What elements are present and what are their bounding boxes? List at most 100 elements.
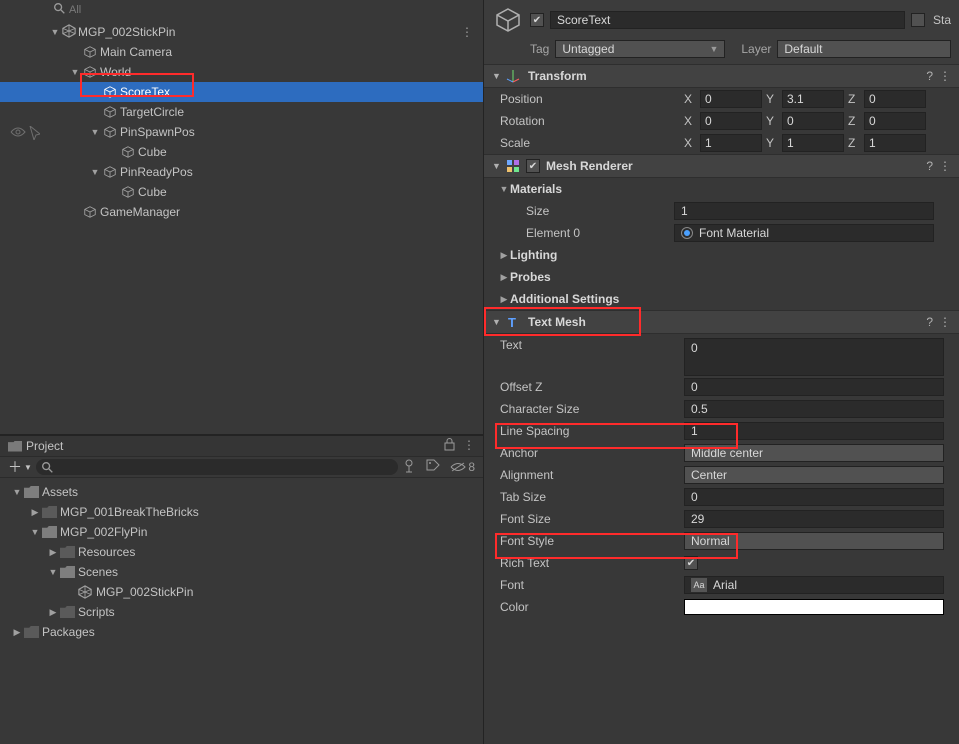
position-z-field[interactable]: 0 [864, 90, 926, 108]
font-field[interactable]: Aa Arial [684, 576, 944, 594]
foldout-icon[interactable]: ▼ [88, 167, 102, 177]
foldout-icon[interactable]: ▼ [10, 487, 24, 497]
font-style-value: Normal [691, 534, 730, 548]
foldout-icon[interactable]: ▼ [492, 161, 504, 171]
folder-item[interactable]: ▶ Resources [0, 542, 483, 562]
gameobject-icon[interactable] [492, 4, 524, 36]
font-style-dropdown[interactable]: Normal [684, 532, 944, 550]
foldout-icon[interactable]: ▼ [492, 71, 504, 81]
text-field[interactable]: 0 [684, 338, 944, 376]
scene-row[interactable]: ▼ MGP_002StickPin ⋮ [0, 22, 483, 42]
rotation-y-field[interactable]: 0 [782, 112, 844, 130]
additional-settings-header[interactable]: Additional Settings [510, 292, 619, 306]
folder-item[interactable]: ▼ MGP_002FlyPin [0, 522, 483, 542]
folder-label: Packages [42, 625, 95, 639]
position-x-field[interactable]: 0 [700, 90, 762, 108]
foldout-icon[interactable]: ▶ [28, 507, 42, 518]
tree-item-cube[interactable]: Cube [0, 142, 483, 162]
foldout-icon[interactable]: ▼ [46, 567, 60, 577]
meshrenderer-component-header[interactable]: ▼ Mesh Renderer ? ⋮ [484, 154, 959, 178]
foldout-icon[interactable]: ▶ [46, 607, 60, 618]
project-tab-label: Project [26, 439, 63, 453]
offsetz-field[interactable]: 0 [684, 378, 944, 396]
folder-item[interactable]: ▶ Scripts [0, 602, 483, 622]
foldout-icon[interactable]: ▼ [88, 127, 102, 137]
foldout-icon[interactable]: ▶ [498, 250, 510, 261]
axis-x-label: X [684, 136, 696, 150]
foldout-icon[interactable]: ▶ [498, 294, 510, 305]
folder-item[interactable]: ▶ MGP_001BreakTheBricks [0, 502, 483, 522]
scale-y-field[interactable]: 1 [782, 134, 844, 152]
scale-z-field[interactable]: 1 [864, 134, 926, 152]
assets-folder[interactable]: ▼ Assets [0, 482, 483, 502]
layer-dropdown[interactable]: Default [777, 40, 951, 58]
lock-icon[interactable] [444, 438, 455, 454]
kebab-icon[interactable]: ⋮ [939, 315, 951, 329]
element0-label: Element 0 [500, 226, 670, 240]
alignment-dropdown[interactable]: Center [684, 466, 944, 484]
lighting-header[interactable]: Lighting [510, 248, 557, 262]
transform-component-header[interactable]: ▼ Transform ? ⋮ [484, 64, 959, 88]
visibility-icon[interactable] [10, 126, 26, 143]
help-icon[interactable]: ? [926, 159, 933, 173]
tree-item-world[interactable]: ▼ World [0, 62, 483, 82]
probes-header[interactable]: Probes [510, 270, 551, 284]
tree-item-gamemanager[interactable]: GameManager [0, 202, 483, 222]
folder-label: MGP_002FlyPin [60, 525, 147, 539]
packages-folder[interactable]: ▶ Packages [0, 622, 483, 642]
kebab-icon[interactable]: ⋮ [461, 25, 473, 39]
folder-icon [42, 506, 57, 518]
anchor-dropdown[interactable]: Middle center [684, 444, 944, 462]
static-checkbox[interactable] [911, 13, 925, 27]
project-tab[interactable]: Project ⋮ [0, 436, 483, 456]
tree-item-label: World [98, 65, 131, 79]
foldout-icon[interactable]: ▶ [10, 627, 24, 638]
axis-y-label: Y [766, 114, 778, 128]
tree-item-main-camera[interactable]: Main Camera [0, 42, 483, 62]
foldout-icon[interactable]: ▶ [46, 547, 60, 558]
rotation-x-field[interactable]: 0 [700, 112, 762, 130]
line-spacing-field[interactable]: 1 [684, 422, 944, 440]
font-size-field[interactable]: 29 [684, 510, 944, 528]
materials-size-field[interactable]: 1 [674, 202, 934, 220]
filter-label-icon[interactable] [426, 459, 440, 476]
hierarchy-search[interactable]: All [69, 4, 81, 16]
tree-item-pinspawnpos[interactable]: ▼ PinSpawnPos [0, 122, 483, 142]
project-search[interactable] [36, 459, 398, 475]
active-checkbox[interactable] [530, 13, 544, 27]
scene-asset[interactable]: MGP_002StickPin [0, 582, 483, 602]
foldout-icon[interactable]: ▼ [498, 184, 510, 194]
tree-item-scoretex[interactable]: ScoreTex [0, 82, 483, 102]
folder-item[interactable]: ▼ Scenes [0, 562, 483, 582]
tab-size-field[interactable]: 0 [684, 488, 944, 506]
textmesh-component-header[interactable]: ▼ T Text Mesh ? ⋮ [484, 310, 959, 334]
element0-field[interactable]: Font Material [674, 224, 934, 242]
foldout-icon[interactable]: ▼ [492, 317, 504, 327]
component-enabled-checkbox[interactable] [526, 159, 540, 173]
tree-item-targetcircle[interactable]: TargetCircle [0, 102, 483, 122]
foldout-icon[interactable]: ▼ [68, 67, 82, 77]
character-size-field[interactable]: 0.5 [684, 400, 944, 418]
rotation-z-field[interactable]: 0 [864, 112, 926, 130]
create-button[interactable]: ＋▼ [8, 457, 32, 477]
hidden-count-icon[interactable]: 8 [450, 460, 475, 474]
kebab-icon[interactable]: ⋮ [939, 69, 951, 83]
scale-x-field[interactable]: 1 [700, 134, 762, 152]
help-icon[interactable]: ? [926, 315, 933, 329]
tag-dropdown[interactable]: Untagged ▼ [555, 40, 725, 58]
filter-type-icon[interactable] [402, 459, 416, 476]
kebab-icon[interactable]: ⋮ [463, 438, 475, 454]
kebab-icon[interactable]: ⋮ [939, 159, 951, 173]
help-icon[interactable]: ? [926, 69, 933, 83]
rich-text-checkbox[interactable] [684, 556, 698, 570]
foldout-icon[interactable]: ▼ [48, 27, 62, 37]
position-y-field[interactable]: 3.1 [782, 90, 844, 108]
layer-label: Layer [741, 42, 771, 56]
foldout-icon[interactable]: ▼ [28, 527, 42, 537]
tree-item-pinreadypos[interactable]: ▼ PinReadyPos [0, 162, 483, 182]
foldout-icon[interactable]: ▶ [498, 272, 510, 283]
gameobject-name-field[interactable]: ScoreText [550, 11, 905, 29]
tree-item-cube[interactable]: Cube [0, 182, 483, 202]
pick-icon[interactable] [28, 126, 40, 143]
color-field[interactable] [684, 599, 944, 615]
